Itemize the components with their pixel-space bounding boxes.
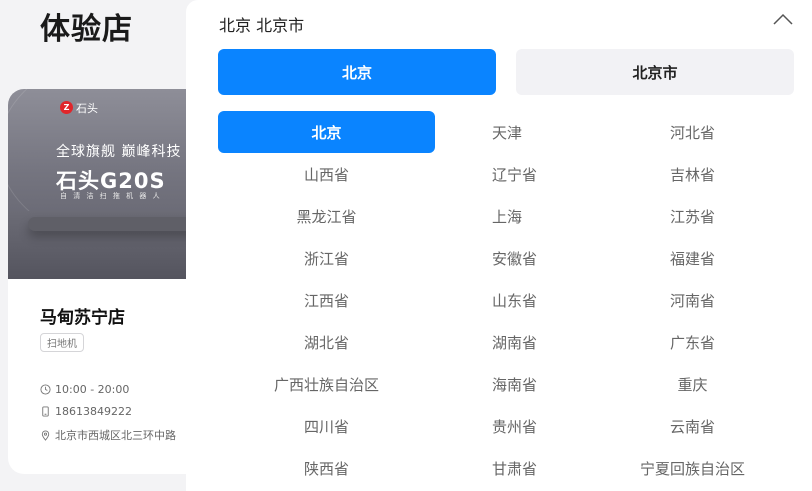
region-option[interactable]: 山东省 [435, 279, 591, 321]
region-option[interactable]: 宁夏回族自治区 [591, 447, 794, 489]
region-option[interactable]: 四川省 [218, 405, 435, 447]
region-option[interactable]: 江西省 [218, 279, 435, 321]
region-option[interactable]: 江苏省 [591, 195, 794, 237]
picker-selected-path: 北京 北京市 [219, 16, 305, 35]
region-option[interactable]: 上海 [435, 195, 591, 237]
region-option[interactable]: 吉林省 [591, 153, 794, 195]
region-option[interactable]: 广西壮族自治区 [218, 363, 435, 405]
store-category-tag: 扫地机 [40, 333, 84, 352]
region-option[interactable]: 黑龙江省 [218, 195, 435, 237]
region-option[interactable]: 天津 [435, 111, 591, 153]
store-address-row: 北京市西城区北三环中路 [40, 427, 176, 443]
region-option[interactable]: 辽宁省 [435, 153, 591, 195]
image-tagline: 全球旗舰 巅峰科技 [56, 144, 182, 160]
store-address: 北京市西城区北三环中路 [55, 429, 176, 442]
brand-logo-icon: Z [60, 101, 73, 114]
store-phone: 18613849222 [55, 405, 132, 418]
region-option[interactable]: 广东省 [591, 321, 794, 363]
region-option[interactable]: 云南省 [591, 405, 794, 447]
region-option[interactable]: 安徽省 [435, 237, 591, 279]
location-pin-icon [41, 430, 50, 441]
tab-city[interactable]: 北京市 [516, 49, 794, 95]
region-option[interactable]: 河南省 [591, 279, 794, 321]
region-option[interactable]: 湖南省 [435, 321, 591, 363]
image-subline: 自 清 洁 扫 拖 机 器 人 [60, 192, 162, 200]
region-grid: 北京 天津 河北省 山西省 辽宁省 吉林省 黑龙江省 上海 江苏省 浙江省 安徽… [218, 111, 794, 489]
chevron-up-icon[interactable] [772, 12, 794, 28]
store-name: 马甸苏宁店 [40, 308, 125, 328]
region-option[interactable]: 山西省 [218, 153, 435, 195]
tab-province[interactable]: 北京 [218, 49, 496, 95]
clock-icon [40, 384, 51, 395]
region-option[interactable]: 北京 [218, 111, 435, 153]
region-option[interactable]: 甘肃省 [435, 447, 591, 489]
page-title: 体验店 [40, 12, 133, 47]
region-option[interactable]: 陕西省 [218, 447, 435, 489]
region-option[interactable]: 浙江省 [218, 237, 435, 279]
phone-icon [42, 406, 49, 417]
region-option[interactable]: 湖北省 [218, 321, 435, 363]
brand-name: 石头 [76, 102, 98, 115]
region-option[interactable]: 福建省 [591, 237, 794, 279]
region-option[interactable]: 重庆 [591, 363, 794, 405]
region-option[interactable]: 贵州省 [435, 405, 591, 447]
store-phone-row: 18613849222 [40, 405, 132, 418]
robot-vacuum-graphic [28, 217, 198, 231]
store-hours: 10:00 - 20:00 [55, 383, 130, 396]
region-picker-panel: 北京 北京市 北京 北京市 北京 天津 河北省 山西省 辽宁省 吉林省 黑龙江省… [186, 0, 812, 491]
region-option[interactable]: 海南省 [435, 363, 591, 405]
store-hours-row: 10:00 - 20:00 [40, 383, 129, 396]
region-option[interactable]: 河北省 [591, 111, 794, 153]
